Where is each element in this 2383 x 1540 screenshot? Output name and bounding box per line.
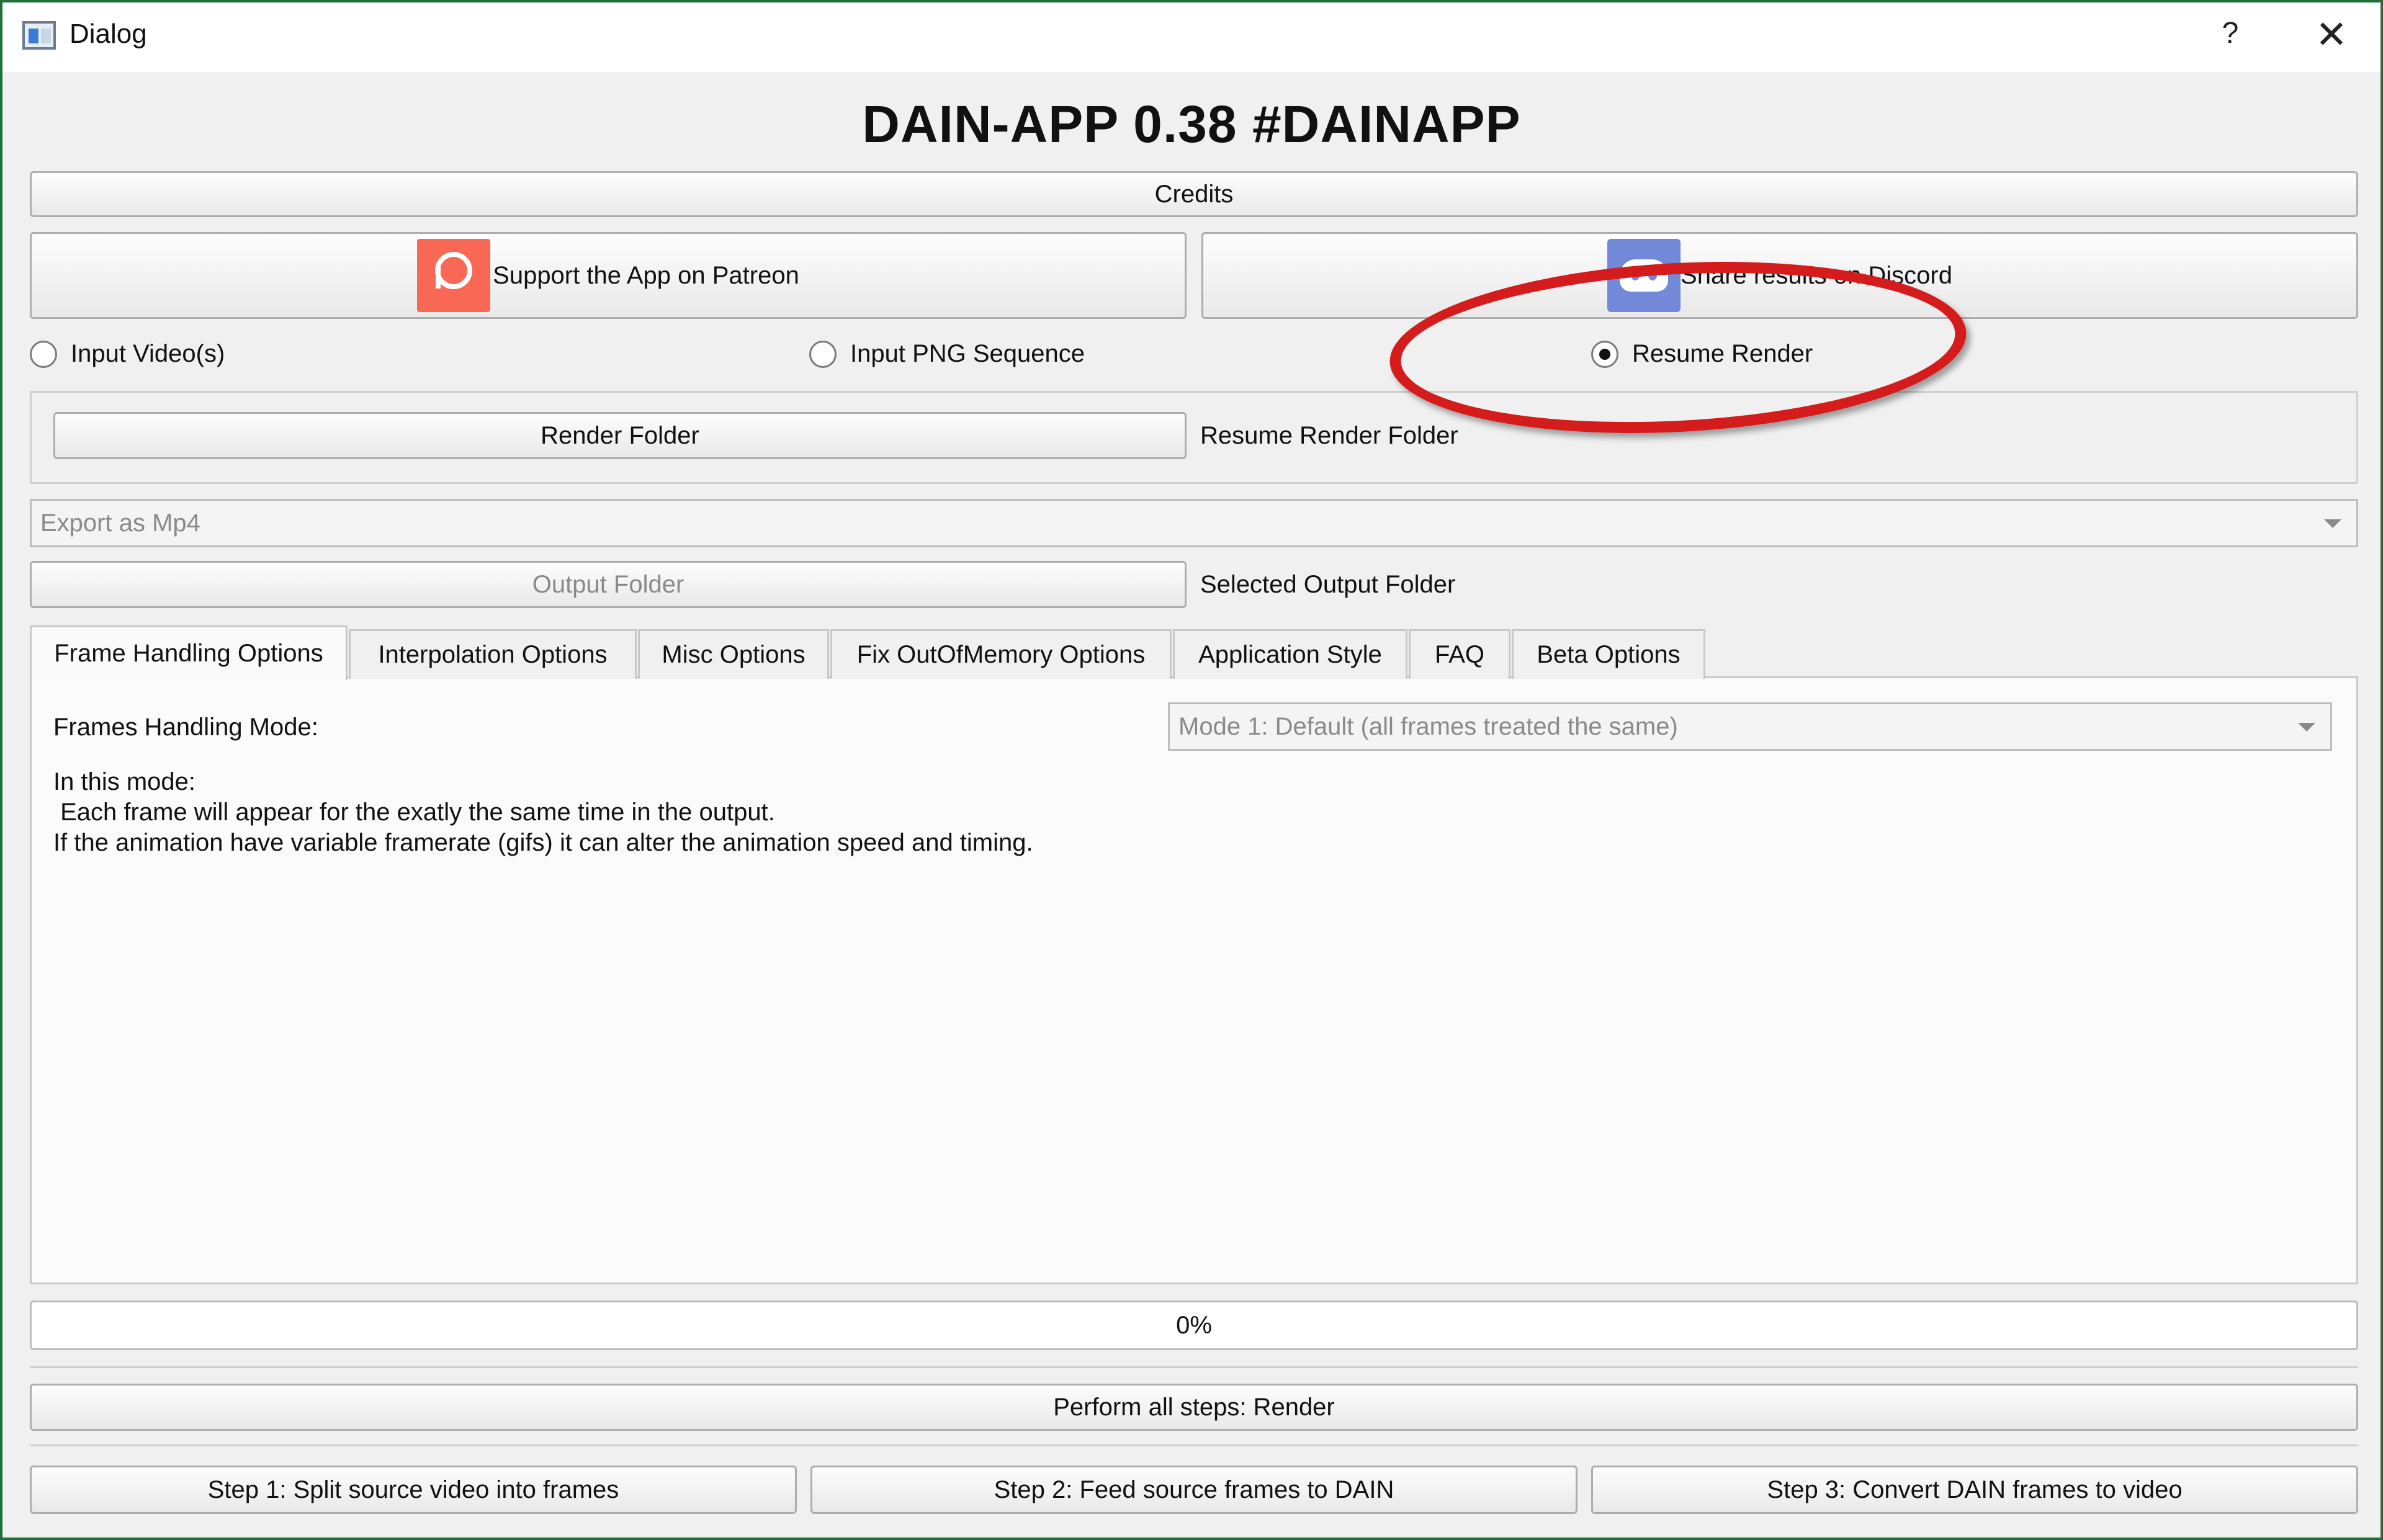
tab-fix-outofmemory-options[interactable]: Fix OutOfMemory Options — [830, 629, 1172, 679]
description-line: Each frame will appear for the exatly th… — [53, 799, 775, 826]
patreon-button[interactable]: Support the App on Patreon — [30, 232, 1187, 319]
resume-render-folder-label: Resume Render Folder — [1200, 422, 1458, 449]
app-heading: DAIN-APP 0.38 #DAINAPP — [862, 95, 1521, 153]
frames-handling-mode-label: Frames Handling Mode: — [53, 714, 318, 741]
radio-label: Input Video(s) — [71, 340, 225, 367]
tab-label: FAQ — [1434, 641, 1485, 668]
step3-button[interactable]: Step 3: Convert DAIN frames to video — [1591, 1466, 2358, 1514]
chevron-down-icon — [2324, 519, 2341, 528]
window-title: Dialog — [70, 19, 147, 49]
progress-bar: 0% — [30, 1300, 2358, 1350]
tab-label: Misc Options — [662, 641, 806, 668]
frames-handling-mode-value: Mode 1: Default (all frames treated the … — [1178, 712, 1678, 740]
export-format-select[interactable]: Export as Mp4 — [30, 499, 2358, 547]
credits-label: Credits — [1154, 180, 1234, 208]
title-bar: Dialog ? ✕ — [2, 2, 2381, 72]
output-folder-label: Output Folder — [532, 570, 684, 598]
credits-button[interactable]: Credits — [30, 171, 2358, 217]
tab-faq[interactable]: FAQ — [1409, 629, 1510, 679]
close-button[interactable]: ✕ — [2311, 15, 2352, 56]
step2-button[interactable]: Step 2: Feed source frames to DAIN — [810, 1466, 1577, 1514]
radio-label: Input PNG Sequence — [850, 340, 1085, 367]
tab-beta-options[interactable]: Beta Options — [1512, 629, 1705, 679]
progress-text: 0% — [1176, 1311, 1212, 1339]
tab-label: Application Style — [1198, 641, 1382, 668]
selected-output-folder-label: Selected Output Folder — [1200, 571, 1456, 598]
tab-application-style[interactable]: Application Style — [1173, 629, 1407, 679]
step3-label: Step 3: Convert DAIN frames to video — [1767, 1475, 2183, 1503]
tab-frame-handling-options[interactable]: Frame Handling Options — [30, 625, 348, 680]
render-folder-label: Render Folder — [541, 421, 699, 449]
step2-label: Step 2: Feed source frames to DAIN — [994, 1475, 1394, 1503]
description-line: If the animation have variable framerate… — [53, 829, 1033, 856]
mode-description: In this mode: Each frame will appear for… — [53, 767, 1033, 858]
tab-label: Beta Options — [1537, 641, 1681, 668]
app-window-icon — [22, 21, 56, 50]
render-folder-button[interactable]: Render Folder — [53, 412, 1187, 459]
divider — [30, 1444, 2358, 1446]
dialog-window: Dialog ? ✕ DAIN-APP 0.38 #DAINAPP Credit… — [0, 0, 2383, 1540]
description-line: In this mode: — [53, 768, 196, 795]
radio-indicator — [30, 340, 57, 368]
patreon-icon — [417, 239, 491, 312]
tab-label: Interpolation Options — [378, 641, 608, 668]
help-button[interactable]: ? — [2212, 15, 2249, 52]
tab-misc-options[interactable]: Misc Options — [638, 629, 829, 679]
tab-interpolation-options[interactable]: Interpolation Options — [349, 629, 637, 679]
tab-label: Frame Handling Options — [54, 640, 323, 667]
perform-all-label: Perform all steps: Render — [1053, 1393, 1335, 1421]
chevron-down-icon — [2298, 723, 2315, 732]
radio-input-png-sequence[interactable]: Input PNG Sequence — [809, 340, 1085, 368]
export-format-value: Export as Mp4 — [40, 509, 200, 537]
patreon-label: Support the App on Patreon — [493, 261, 799, 289]
output-folder-button[interactable]: Output Folder — [30, 561, 1187, 608]
radio-indicator — [809, 340, 837, 368]
divider — [30, 1366, 2358, 1368]
tab-label: Fix OutOfMemory Options — [856, 641, 1146, 668]
perform-all-steps-button[interactable]: Perform all steps: Render — [30, 1384, 2358, 1431]
step1-button[interactable]: Step 1: Split source video into frames — [30, 1466, 797, 1514]
step1-label: Step 1: Split source video into frames — [207, 1475, 619, 1503]
frames-handling-mode-select[interactable]: Mode 1: Default (all frames treated the … — [1168, 702, 2332, 751]
radio-input-videos[interactable]: Input Video(s) — [30, 340, 225, 368]
